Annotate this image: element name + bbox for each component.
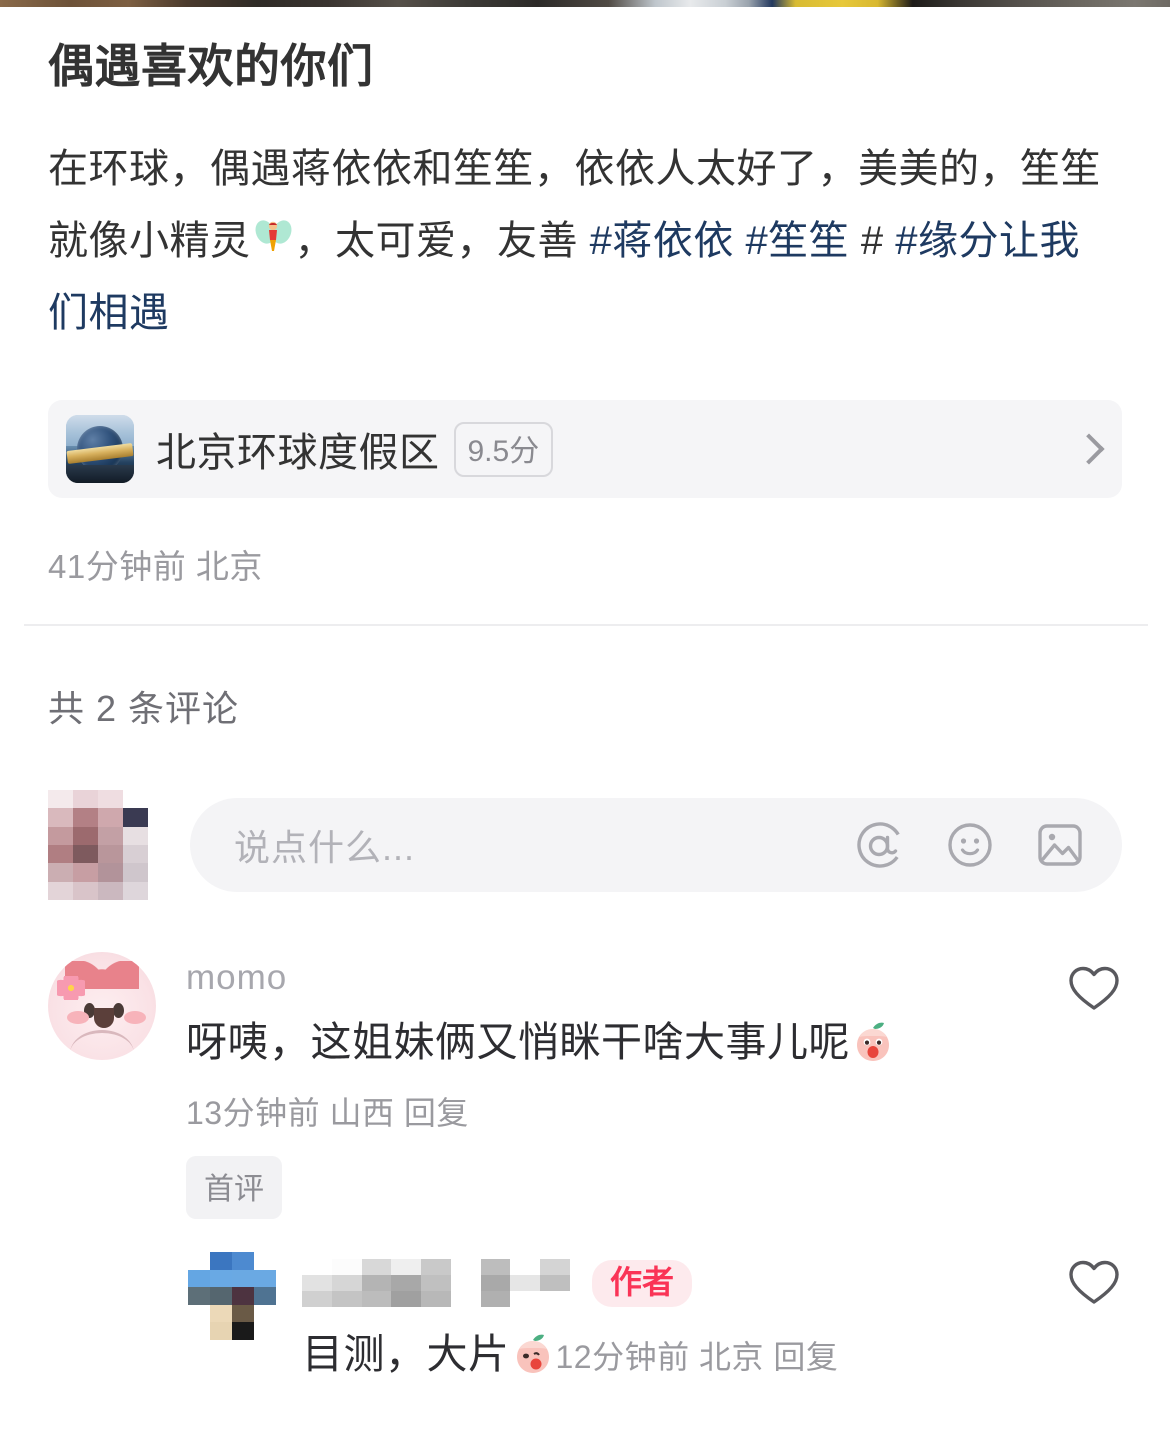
composer-icon-group [854, 819, 1086, 871]
comment-text-value: 呀咦，这姐妹俩又悄眯干啥大事儿呢 [186, 1019, 850, 1065]
note-body-space-1 [734, 219, 746, 263]
fairy-emoji [251, 212, 295, 256]
first-comment-badge: 首评 [186, 1156, 282, 1219]
note-body: 在环球，偶遇蒋依依和笙笙，依依人太好了，美美的，笙笙就像小精灵 ，太可爱，友善 #… [48, 133, 1116, 349]
reply-avatar-mosaic [188, 1252, 276, 1340]
reply-header: 作者 [302, 1252, 1048, 1314]
hashtag-shengsheng[interactable]: #笙笙 [746, 219, 850, 263]
reply-avatar[interactable] [188, 1252, 276, 1340]
comment-meta[interactable]: 13分钟前 山西 回复 [186, 1088, 1048, 1134]
comment-count-label: 共 2 条评论 [48, 688, 240, 729]
note-body-hash-plain: # [849, 219, 896, 263]
reply-username-masked[interactable] [302, 1259, 570, 1307]
comment-item[interactable]: momo 呀咦，这姐妹俩又悄眯干啥大事儿呢 13分钟前 山西 回复 首评 [48, 952, 1122, 1219]
comment-reply-item[interactable]: 作者 目测，大片 12分钟前 北京 回复 [188, 1252, 1122, 1385]
author-badge: 作者 [592, 1259, 693, 1307]
reply-like-heart-icon[interactable] [1066, 1254, 1122, 1310]
note-meta: 41分钟前 北京 [48, 548, 263, 585]
username-mosaic [302, 1259, 570, 1307]
poi-card[interactable]: 北京环球度假区 9.5分 [48, 400, 1122, 498]
emoji-icon[interactable] [944, 819, 996, 871]
comment-body: momo 呀咦，这姐妹俩又悄眯干啥大事儿呢 13分钟前 山西 回复 首评 [186, 952, 1048, 1219]
like-heart-icon[interactable] [1066, 960, 1122, 1016]
current-user-avatar[interactable] [48, 790, 148, 900]
note-title: 偶遇喜欢的你们 [48, 40, 374, 92]
mention-icon[interactable] [854, 819, 906, 871]
note-body-text-2: ，太可爱，友善 [294, 219, 590, 263]
image-icon[interactable] [1034, 819, 1086, 871]
peach-emoji-2 [510, 1331, 556, 1377]
reply-text-value: 目测，大片 [302, 1331, 510, 1377]
comment-composer: 说点什么... [48, 790, 1122, 900]
reply-text: 目测，大片 12分钟前 北京 回复 [302, 1326, 1048, 1385]
comment-text: 呀咦，这姐妹俩又悄眯干啥大事儿呢 [186, 1014, 1048, 1070]
peach-emoji [850, 1019, 896, 1065]
avatar-mosaic [48, 790, 148, 900]
poi-score-badge: 9.5分 [453, 421, 554, 477]
note-image-sliver[interactable] [0, 0, 1170, 7]
comment-username[interactable]: momo [186, 956, 1048, 1000]
hashtag-jiangyiyi[interactable]: #蒋依依 [590, 219, 734, 263]
poi-name: 北京环球度假区 [156, 431, 440, 475]
reply-meta[interactable]: 12分钟前 北京 回复 [556, 1339, 839, 1375]
chevron-right-icon[interactable] [1073, 433, 1105, 465]
reply-body: 作者 目测，大片 12分钟前 北京 回复 [302, 1252, 1048, 1385]
comment-input-placeholder: 说点什么... [234, 827, 416, 868]
comment-input[interactable]: 说点什么... [190, 798, 1122, 892]
note-detail-page: 偶遇喜欢的你们 在环球，偶遇蒋依依和笙笙，依依人太好了，美美的，笙笙就像小精灵，… [0, 0, 1170, 1435]
section-divider [24, 624, 1148, 626]
comment-avatar[interactable] [48, 952, 156, 1060]
poi-thumbnail [66, 415, 134, 483]
